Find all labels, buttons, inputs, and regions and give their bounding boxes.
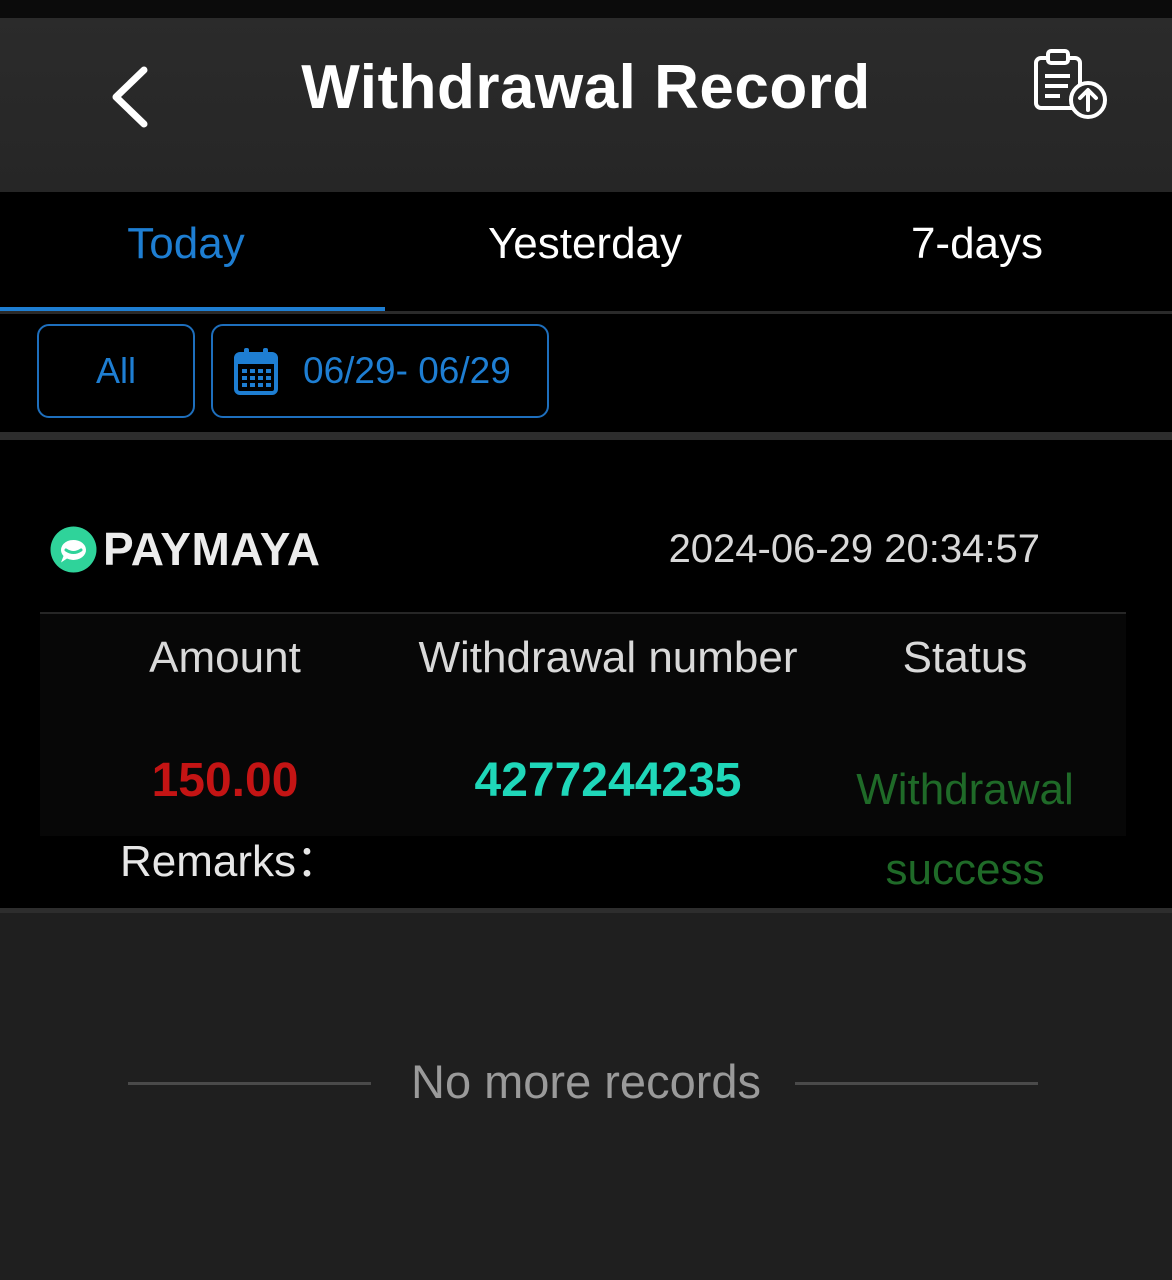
tab-today[interactable]: Today <box>0 192 372 310</box>
divider-line-right <box>795 1082 1038 1085</box>
withdrawal-record-card[interactable]: PAYMAYA 2024-06-29 20:34:57 Amount Withd… <box>0 440 1172 910</box>
date-tabs: Today Yesterday 7-days <box>0 192 1172 314</box>
status-line-1: Withdrawal <box>856 765 1074 814</box>
tab-yesterday[interactable]: Yesterday <box>390 192 780 310</box>
divider <box>0 432 1172 440</box>
amount-value: 150.00 <box>151 754 299 807</box>
record-datetime: 2024-06-29 20:34:57 <box>668 527 1040 571</box>
status-line-2: success <box>885 845 1045 894</box>
remarks-label: Remarks： <box>120 837 341 886</box>
status-value: Withdrawal success <box>840 750 1090 910</box>
amount-header: Amount <box>149 633 301 682</box>
type-filter-button[interactable]: All <box>37 324 195 418</box>
withdrawal-number-header: Withdrawal number <box>418 633 798 682</box>
date-range-button[interactable]: 06/29- 06/29 <box>211 324 549 418</box>
clipboard-upload-icon[interactable] <box>1030 46 1110 122</box>
paymaya-logo-icon <box>50 526 97 572</box>
payment-method: PAYMAYA <box>50 523 321 575</box>
divider <box>0 908 1172 913</box>
app-header: Withdrawal Record <box>0 18 1172 192</box>
no-more-records: No more records <box>0 1050 1172 1114</box>
payment-method-name: PAYMAYA <box>103 523 321 575</box>
status-header: Status <box>902 633 1028 682</box>
status-bar-strip <box>0 0 1172 18</box>
date-range-text: 06/29- 06/29 <box>303 350 511 391</box>
page-title: Withdrawal Record <box>301 53 871 122</box>
calendar-icon <box>234 348 278 395</box>
filter-bar: All 06/29- 06/29 <box>0 314 1172 432</box>
withdrawal-number-value: 4277244235 <box>474 754 742 807</box>
tab-7-days[interactable]: 7-days <box>782 192 1172 310</box>
